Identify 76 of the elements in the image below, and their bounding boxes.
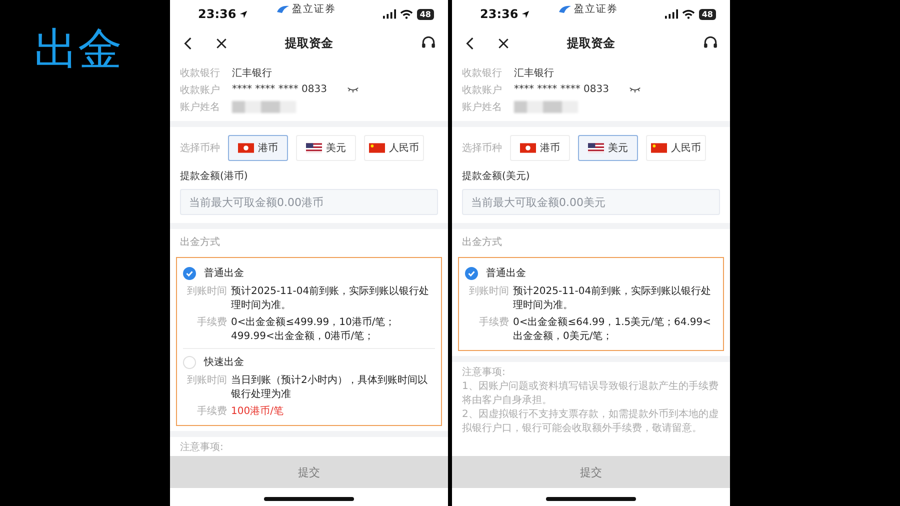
section-title: 出金方式 [179, 236, 221, 250]
detail-text: 100港币/笔 [231, 405, 284, 419]
location-arrow-icon [521, 10, 530, 18]
field-label: 收款账户 [180, 84, 220, 96]
blurred-name [514, 100, 578, 112]
logo-icon [558, 4, 572, 14]
detail-text: 预计2025-11-04前到账，实际到账以银行处理时间为准。 [231, 285, 430, 313]
status-time: 23:36 [480, 7, 518, 21]
field-label: 收款银行 [180, 66, 220, 80]
radio-button[interactable] [183, 266, 196, 280]
method-name: 普通出金 [486, 266, 526, 280]
battery-indicator: 48 [416, 8, 434, 20]
wifi-icon [682, 9, 695, 19]
battery-indicator: 48 [698, 8, 716, 20]
detail-label: 手续费 [478, 316, 509, 330]
page-title: 提取资金 [284, 34, 334, 52]
status-time: 23:36 [198, 7, 236, 21]
flag-icon [520, 143, 536, 153]
signal-icon [382, 9, 396, 19]
radio-button[interactable] [465, 266, 478, 280]
close-icon[interactable] [215, 36, 228, 50]
blurred-name [232, 100, 296, 112]
bank-name: 汇丰银行 [514, 66, 554, 80]
detail-label: 到账时间 [186, 285, 227, 299]
notes-title: 注意事项: [180, 441, 224, 455]
flag-icon [588, 143, 604, 153]
field-label: 选择币种 [462, 142, 502, 155]
logo-icon [276, 4, 290, 14]
note-text: 1、因账户问题或资料填写错误导致银行退款产生的手续费将由客户自身承担。 [462, 380, 720, 408]
app-name: 盈立证券 [574, 2, 618, 16]
detail-label: 手续费 [196, 316, 227, 330]
detail-label: 手续费 [196, 405, 227, 419]
method-name: 快速出金 [204, 356, 244, 369]
amount-label: 提款金额(港币) [180, 170, 249, 183]
currency-option[interactable]: 美元 [296, 135, 356, 161]
section-title: 出金方式 [461, 236, 503, 250]
detail-text: 0<出金金额≤64.99，1.5美元/笔；64.99<出金金额，0美元/笔； [513, 316, 712, 344]
eye-closed-icon[interactable] [629, 86, 641, 93]
location-arrow-icon [239, 10, 248, 18]
flag-icon [651, 143, 667, 153]
eye-closed-icon[interactable] [347, 86, 359, 93]
headset-icon[interactable] [421, 36, 436, 50]
flag-icon [306, 143, 322, 153]
wifi-icon [400, 9, 413, 19]
close-icon[interactable] [497, 36, 510, 50]
flag-icon [369, 143, 385, 153]
field-label: 账户姓名 [462, 100, 502, 114]
notes-title: 注意事项: [462, 366, 506, 380]
detail-label: 到账时间 [186, 374, 227, 388]
app-name: 盈立证券 [292, 2, 336, 16]
field-label: 选择币种 [180, 142, 220, 155]
flag-icon [238, 143, 254, 153]
bank-name: 汇丰银行 [232, 66, 272, 80]
amount-label: 提款金额(美元) [462, 170, 531, 183]
detail-text: 预计2025-11-04前到账，实际到账以银行处理时间为准。 [513, 285, 712, 313]
detail-label: 到账时间 [468, 285, 509, 299]
currency-option[interactable]: 港币 [510, 135, 570, 161]
amount-input-field[interactable]: 当前最大可取金额0.00港币 [180, 189, 438, 215]
page-title: 提取资金 [566, 34, 616, 52]
account-number: **** **** **** 0833 [232, 84, 327, 95]
account-number: **** **** **** 0833 [514, 84, 609, 95]
currency-option[interactable]: 美元 [578, 135, 638, 161]
slide-title: 出金 [34, 28, 123, 72]
signal-icon [664, 9, 678, 19]
field-label: 收款银行 [462, 66, 502, 80]
headset-icon[interactable] [703, 36, 718, 50]
detail-text: 当日到账（预计2小时内），具体到账时间以银行处理为准 [231, 374, 428, 402]
currency-option[interactable]: 港币 [228, 135, 288, 161]
detail-text: 0<出金金额≤499.99，10港币/笔；499.99<出金金额，0港币/笔； [231, 316, 396, 344]
method-name: 普通出金 [204, 266, 244, 280]
field-label: 收款账户 [462, 84, 502, 96]
currency-option[interactable]: 人民币 [646, 135, 706, 161]
currency-option[interactable]: 人民币 [364, 135, 424, 161]
field-label: 账户姓名 [180, 100, 220, 114]
note-text: 2、因虚拟银行不支持支票存款，如需提款外币到本地的虚拟银行户口，银行可能会收取额外手续费，敬请留意。 [462, 408, 720, 436]
amount-input-field[interactable]: 当前最大可取金额0.00美元 [462, 189, 720, 215]
